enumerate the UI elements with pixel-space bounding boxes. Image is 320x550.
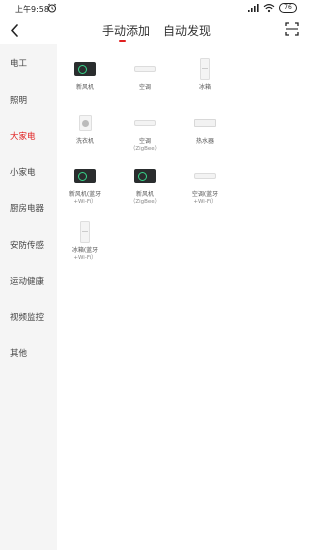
sidebar-item-lighting[interactable]: 照明 [10,94,27,106]
device-item-washing-machine[interactable]: 洗衣机 [57,111,113,146]
device-label: 空调 [138,138,151,145]
fresh-air-icon [134,169,156,183]
signal-icon [248,4,259,12]
water-heater-icon [194,119,216,127]
device-sublabel: （ZigBee） [129,146,161,152]
fresh-air-icon [74,169,96,183]
sidebar-item-security-sensors[interactable]: 安防传感 [10,239,44,251]
sidebar-item-kitchen-appliances[interactable]: 厨房电器 [10,202,44,214]
wifi-icon [263,4,275,13]
fresh-air-icon [74,62,96,76]
device-label: 新风机(蓝牙 [68,191,102,198]
top-nav: 手动添加 自动发现 [0,18,309,44]
status-bar: 上午9:58 76 [0,0,309,18]
sidebar-item-sports-health[interactable]: 运动健康 [10,275,44,287]
active-tab-indicator [119,40,126,42]
fridge-icon [200,58,210,80]
category-sidebar: 电工 照明 大家电 小家电 厨房电器 安防传感 运动健康 视频监控 其他 [0,44,57,550]
air-conditioner-icon [134,66,156,72]
device-label: 洗衣机 [75,138,94,145]
sidebar-item-video-monitoring[interactable]: 视频监控 [10,311,44,323]
device-item-fresh-air-zigbee[interactable]: 新风机 （ZigBee） [117,164,173,206]
device-label: 热水器 [195,138,214,145]
device-sublabel: （ZigBee） [129,199,161,205]
device-label: 空调(蓝牙 [191,191,219,198]
washing-machine-icon [78,115,92,131]
device-item-air-conditioner[interactable]: 空调 [117,57,173,92]
fridge-icon [80,221,90,243]
status-time: 上午9:58 [15,5,49,14]
device-sublabel: +Wi-Fi） [73,199,97,205]
chevron-left-icon [10,23,18,37]
device-sublabel: +Wi-Fi） [73,255,97,261]
device-item-air-conditioner-zigbee[interactable]: 空调 （ZigBee） [117,111,173,153]
sidebar-item-electrician[interactable]: 电工 [10,57,27,69]
device-item-fridge[interactable]: 冰箱 [177,57,233,92]
device-item-fridge-ble-wifi[interactable]: 冰箱(蓝牙 +Wi-Fi） [57,220,113,262]
device-item-fresh-air-ble-wifi[interactable]: 新风机(蓝牙 +Wi-Fi） [57,164,113,206]
device-label: 新风机 [135,191,154,198]
device-item-air-conditioner-ble-wifi[interactable]: 空调(蓝牙 +Wi-Fi） [177,164,233,206]
device-grid: 新风机 空调 冰箱 洗衣机 空调 （ZigBee） 热水器 新风机(蓝牙 +Wi… [57,44,309,550]
device-label: 空调 [138,84,151,91]
device-label: 新风机 [75,84,94,91]
tab-auto-discover[interactable]: 自动发现 [163,22,211,39]
scan-icon[interactable] [285,22,299,36]
tab-manual-add[interactable]: 手动添加 [102,22,150,39]
device-item-water-heater[interactable]: 热水器 [177,111,233,146]
air-conditioner-icon [194,173,216,179]
battery-indicator: 76 [279,3,297,13]
device-item-fresh-air[interactable]: 新风机 [57,57,113,92]
device-sublabel: +Wi-Fi） [193,199,217,205]
sidebar-item-large-appliances[interactable]: 大家电 [10,130,36,142]
sidebar-item-small-appliances[interactable]: 小家电 [10,166,36,178]
sidebar-item-other[interactable]: 其他 [10,347,27,359]
back-button[interactable] [6,20,22,40]
alarm-icon [47,3,57,13]
device-label: 冰箱(蓝牙 [71,247,99,254]
device-label: 冰箱 [198,84,211,91]
air-conditioner-icon [134,120,156,126]
